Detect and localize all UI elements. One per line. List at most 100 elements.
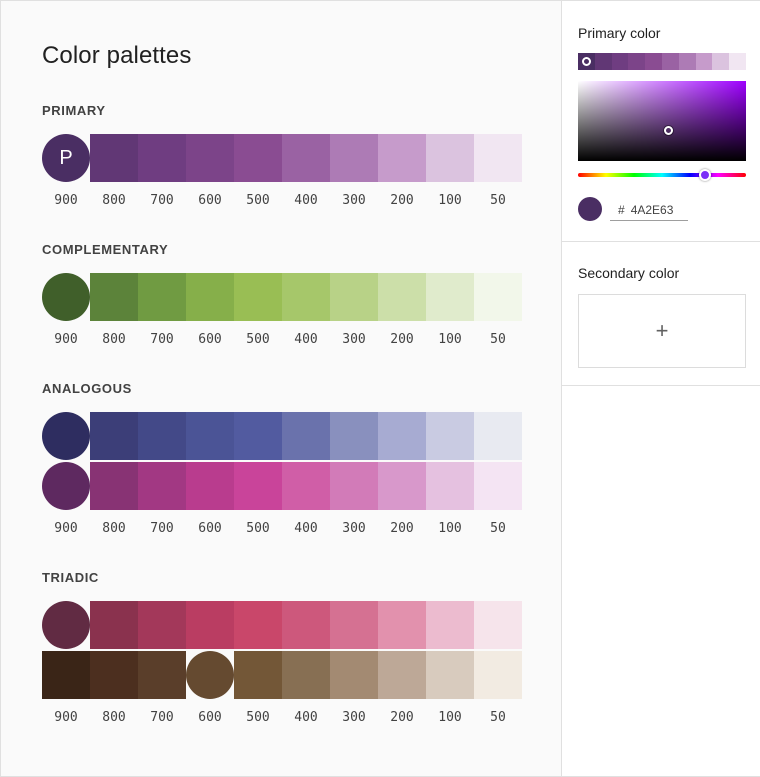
- color-swatch-100[interactable]: [426, 651, 474, 699]
- hue-slider[interactable]: [578, 173, 746, 177]
- color-swatch-50[interactable]: [474, 601, 522, 649]
- shade-label-500: 500: [246, 193, 270, 208]
- color-swatch-600[interactable]: [186, 134, 234, 182]
- color-swatch-100[interactable]: [426, 462, 474, 510]
- color-swatch-500[interactable]: [234, 273, 282, 321]
- hex-input[interactable]: #4A2E63: [610, 201, 688, 221]
- shade-label-300: 300: [342, 332, 366, 347]
- strip-shade-50[interactable]: [729, 53, 746, 70]
- shade-labels: 900 800 700 600 500 400 300 200 100 50: [42, 710, 522, 726]
- color-swatch-50[interactable]: [474, 462, 522, 510]
- selected-shade-circle[interactable]: [42, 601, 90, 649]
- color-swatch-50[interactable]: [474, 651, 522, 699]
- color-swatch-50[interactable]: [474, 273, 522, 321]
- color-swatch-300[interactable]: [330, 134, 378, 182]
- shade-label-900: 900: [54, 332, 78, 347]
- color-swatch-500[interactable]: [234, 412, 282, 460]
- color-swatch-200[interactable]: [378, 601, 426, 649]
- selected-shade-circle[interactable]: P: [42, 134, 90, 182]
- color-swatch-800[interactable]: [90, 462, 138, 510]
- shade-label-700: 700: [150, 193, 174, 208]
- color-swatch-300[interactable]: [330, 412, 378, 460]
- shade-label-50: 50: [490, 332, 506, 347]
- selected-color-swatch: [578, 197, 602, 221]
- add-secondary-color-button[interactable]: +: [578, 294, 746, 368]
- color-swatch-600[interactable]: [186, 462, 234, 510]
- color-swatch-700[interactable]: [138, 412, 186, 460]
- color-swatch-200[interactable]: [378, 412, 426, 460]
- color-swatch-500[interactable]: [234, 134, 282, 182]
- color-swatch-500[interactable]: [234, 462, 282, 510]
- saturation-cursor[interactable]: [664, 126, 673, 135]
- color-swatch-600[interactable]: [186, 273, 234, 321]
- primary-shade-strip[interactable]: [578, 53, 746, 70]
- shade-label-100: 100: [438, 521, 462, 536]
- strip-shade-400[interactable]: [661, 53, 679, 70]
- selected-shade-circle[interactable]: [42, 273, 90, 321]
- shade-label-900: 900: [54, 521, 78, 536]
- strip-shade-200[interactable]: [695, 53, 713, 70]
- selected-shade-circle[interactable]: [186, 651, 234, 699]
- color-swatch-100[interactable]: [426, 412, 474, 460]
- color-swatch-700[interactable]: [138, 134, 186, 182]
- selected-shade-circle[interactable]: [42, 412, 90, 460]
- color-swatch-400[interactable]: [282, 412, 330, 460]
- panel-divider-bottom: [562, 385, 760, 386]
- color-swatch-400[interactable]: [282, 651, 330, 699]
- color-swatch-300[interactable]: [330, 273, 378, 321]
- color-swatch-600[interactable]: [186, 412, 234, 460]
- color-swatch-100[interactable]: [426, 134, 474, 182]
- color-swatch-700[interactable]: [138, 273, 186, 321]
- shade-label-100: 100: [438, 332, 462, 347]
- color-swatch-300[interactable]: [330, 601, 378, 649]
- color-swatch-500[interactable]: [234, 601, 282, 649]
- shade-label-200: 200: [390, 193, 414, 208]
- color-swatch-200[interactable]: [378, 273, 426, 321]
- shade-label-300: 300: [342, 710, 366, 725]
- color-swatch-400[interactable]: [282, 462, 330, 510]
- shade-label-400: 400: [294, 521, 318, 536]
- strip-shade-700[interactable]: [611, 53, 629, 70]
- hex-value[interactable]: 4A2E63: [631, 203, 674, 217]
- palette-row: [42, 462, 522, 510]
- shade-labels: 900 800 700 600 500 400 300 200 100 50: [42, 193, 522, 209]
- color-swatch-900[interactable]: [42, 651, 90, 699]
- color-swatch-400[interactable]: [282, 601, 330, 649]
- color-swatch-800[interactable]: [90, 601, 138, 649]
- color-swatch-700[interactable]: [138, 462, 186, 510]
- strip-shade-600[interactable]: [628, 53, 646, 70]
- section-title-triadic: TRIADIC: [42, 570, 99, 585]
- color-swatch-500[interactable]: [234, 651, 282, 699]
- color-swatch-200[interactable]: [378, 462, 426, 510]
- color-swatch-800[interactable]: [90, 273, 138, 321]
- color-swatch-50[interactable]: [474, 134, 522, 182]
- color-swatch-800[interactable]: [90, 651, 138, 699]
- selected-shade-circle[interactable]: [42, 462, 90, 510]
- shade-label-600: 600: [198, 710, 222, 725]
- color-swatch-700[interactable]: [138, 601, 186, 649]
- color-swatch-800[interactable]: [90, 134, 138, 182]
- color-swatch-600[interactable]: [186, 601, 234, 649]
- color-swatch-300[interactable]: [330, 462, 378, 510]
- color-swatch-700[interactable]: [138, 651, 186, 699]
- strip-selected-dot[interactable]: [582, 57, 591, 66]
- palette-row: [42, 651, 522, 699]
- color-swatch-400[interactable]: [282, 273, 330, 321]
- color-swatch-100[interactable]: [426, 601, 474, 649]
- color-swatch-200[interactable]: [378, 134, 426, 182]
- hue-slider-thumb[interactable]: [699, 169, 711, 181]
- shade-label-200: 200: [390, 710, 414, 725]
- color-swatch-50[interactable]: [474, 412, 522, 460]
- color-swatch-200[interactable]: [378, 651, 426, 699]
- color-swatch-800[interactable]: [90, 412, 138, 460]
- color-swatch-100[interactable]: [426, 273, 474, 321]
- saturation-picker[interactable]: [578, 81, 746, 161]
- strip-shade-500[interactable]: [645, 53, 662, 70]
- color-swatch-300[interactable]: [330, 651, 378, 699]
- shade-label-300: 300: [342, 521, 366, 536]
- strip-shade-300[interactable]: [678, 53, 696, 70]
- strip-shade-100[interactable]: [712, 53, 730, 70]
- shade-label-400: 400: [294, 332, 318, 347]
- strip-shade-800[interactable]: [594, 53, 612, 70]
- color-swatch-400[interactable]: [282, 134, 330, 182]
